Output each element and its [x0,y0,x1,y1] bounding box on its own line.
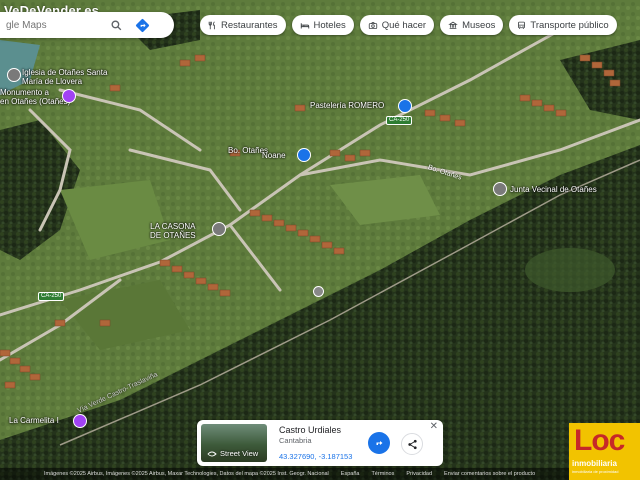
chip-label: Museos [462,19,496,31]
place-coordinates[interactable]: 43.327690, -3.187153 [279,452,352,461]
chip-transporte[interactable]: Transporte público [509,15,617,35]
place-label-text: Monumento a en Otañes (Otañes) [0,88,71,106]
church-pin-icon[interactable] [7,68,21,82]
shop-pin-icon[interactable] [297,148,311,162]
attribution-bar: Imágenes ©2025 Airbus, Imágenes ©2025 Ai… [0,468,640,480]
chip-label: Qué hacer [381,19,427,31]
attribution-imagery: Imágenes ©2025 Airbus, Imágenes ©2025 Ai… [44,471,329,477]
logo-subtitle: inmobiliaria [572,459,617,468]
hotel-pin-icon[interactable] [212,222,226,236]
chip-museos[interactable]: Museos [440,15,504,35]
category-chips: Restaurantes Hoteles Qué hacer Museos Tr… [200,15,617,35]
privacy-link[interactable]: Privacidad [406,471,432,477]
camera-icon [368,21,377,29]
place-label-casona[interactable]: LA CASONA DE OTAÑES [150,222,196,240]
place-title: Castro Urdiales [279,425,342,435]
street-view-label: Street View [220,449,259,458]
satellite-map[interactable]: Iglesia de Otañes Santa María de Llovera… [0,0,640,480]
search-icon[interactable] [108,17,124,33]
road-shield-ca250: CA-250 [38,292,65,301]
share-button[interactable] [401,433,423,455]
logo-text: Loc [574,424,625,457]
chip-label: Transporte público [530,19,609,31]
street-view-thumbnail[interactable]: Street View [201,424,267,462]
fork-knife-icon [208,21,215,29]
directions-icon[interactable] [134,17,150,33]
logo-tagline: inmobiliaria de proximidad [572,469,619,474]
search-input[interactable] [4,18,108,32]
directions-button[interactable] [368,432,390,454]
place-label-junta[interactable]: Junta Vecinal de Otañes [510,185,597,194]
carmelita-pin-icon[interactable] [73,414,87,428]
bakery-pin-icon[interactable] [398,99,412,113]
terms-link[interactable]: Términos [371,471,394,477]
chip-restaurantes[interactable]: Restaurantes [200,15,286,35]
share-icon [407,439,417,449]
feedback-link[interactable]: Enviar comentarios sobre el producto [444,471,535,477]
directions-icon [376,441,383,445]
place-dot-icon[interactable] [313,286,324,297]
search-box[interactable] [0,12,174,38]
place-label-pasteleria[interactable]: Pastelería ROMERO [310,101,384,110]
road-shield-ca250: CA-250 [386,116,413,125]
place-info-card[interactable]: Street View Castro Urdiales Cantabria 43… [197,420,443,466]
place-label-text: LA CASONA DE OTAÑES [150,222,196,240]
chip-que-hacer[interactable]: Qué hacer [359,15,435,35]
attribution-country[interactable]: España [341,471,360,477]
street-view-link[interactable]: Street View [207,449,258,458]
bus-icon [518,21,526,29]
place-label-monumento[interactable]: Monumento a en Otañes (Otañes) [0,88,70,106]
close-icon[interactable]: ✕ [430,421,438,432]
chip-hoteles[interactable]: Hoteles [291,15,354,35]
chip-label: Hoteles [313,19,346,31]
museum-icon [448,21,458,29]
chip-label: Restaurantes [221,19,278,31]
agency-logo: Loc inmobiliaria inmobiliaria de proximi… [569,423,640,480]
town-hall-pin-icon[interactable] [493,182,507,196]
street-view-icon [207,451,217,456]
monument-pin-icon[interactable] [62,89,76,103]
place-label-text: Iglesia de Otañes Santa María de Llovera [22,68,108,86]
place-label-noane[interactable]: Noane [262,151,286,160]
place-label-carmelita[interactable]: La Carmelita I [9,416,59,425]
place-label-iglesia[interactable]: Iglesia de Otañes Santa María de Llovera [22,68,107,86]
bed-icon [300,22,309,28]
place-subtitle: Cantabria [279,436,312,445]
